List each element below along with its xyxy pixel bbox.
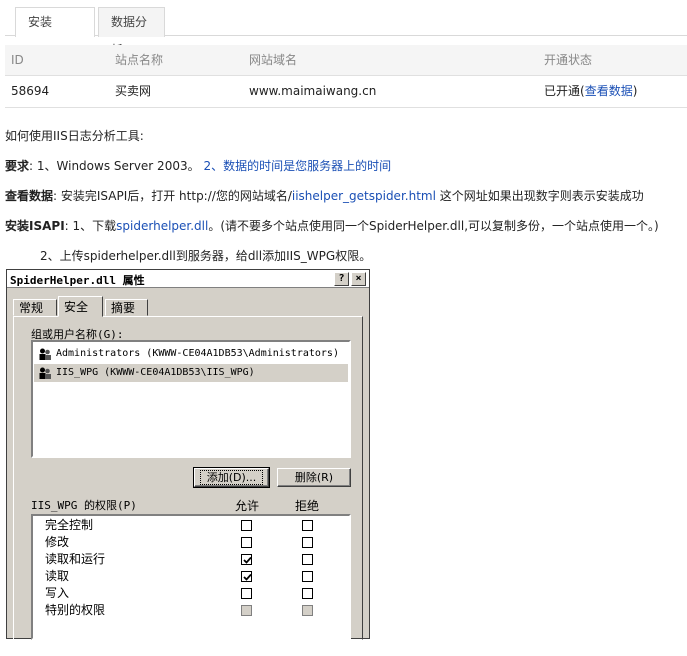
perm-read-execute: 读取和运行 [45,552,106,566]
guide-view-data: 查看数据: 安装完ISAPI后，打开 http://您的网站域名/iishelp… [5,187,644,204]
user-list: Administrators (KWWW-CE04A1DB53\Administ… [31,340,351,458]
dialog-tab-security: 安全 [58,296,103,317]
req-text: : 1、Windows Server 2003。 [29,159,200,173]
allow-read-checkbox [241,571,252,582]
perm-special: 特别的权限 [45,603,106,617]
site-table: ID 站点名称 网站域名 开通状态 58694 买卖网 www.maimaiwa… [5,45,687,108]
dialog-tab-general: 常规 [13,299,57,316]
table-header: ID 站点名称 网站域名 开通状态 [5,45,687,76]
perm-read: 读取 [45,569,70,583]
view-data-link[interactable]: 查看数据 [585,84,633,98]
install-label: 安装ISAPI [5,219,65,233]
install-tail: 。(请不要多个站点使用同一个SpiderHelper.dll,可以复制多份，一个… [208,219,659,233]
view-tail: 这个网址如果出现数字则表示安装成功 [435,189,644,203]
deny-write-checkbox [302,588,313,599]
properties-dialog-image: SpiderHelper.dll 属性 ? × 常规 安全 摘要 组或用户名称(… [6,269,370,640]
header-site-name: 站点名称 [115,53,164,67]
perm-modify: 修改 [45,535,70,549]
view-text: : 安装完ISAPI后，打开 http://您的网站域名/ [53,189,292,203]
download-dll-link[interactable]: spiderhelper.dll [116,219,208,233]
cell-domain: www.maimaiwang.cn [249,84,377,98]
user-admin: Administrators (KWWW-CE04A1DB53\Administ… [56,348,339,359]
close-icon: × [351,272,366,286]
list-item: Administrators (KWWW-CE04A1DB53\Administ… [34,345,348,363]
allow-special-checkbox [241,605,252,616]
permissions-list: 完全控制 修改 读取和运行 读取 写入 特别的权限 [31,514,351,640]
dialog-tab-summary: 摘要 [105,299,148,316]
status-close: ) [632,84,638,98]
view-label: 查看数据 [5,189,54,203]
deny-modify-checkbox [302,537,313,548]
header-domain: 网站域名 [249,53,298,67]
deny-read-checkbox [302,571,313,582]
deny-special-checkbox [302,605,313,616]
allow-header: 允许 [235,499,260,513]
tab-data-analysis[interactable]: 数据分析 [98,7,165,57]
cell-id: 58694 [11,84,50,98]
allow-full-control-checkbox [241,520,252,531]
getspider-link[interactable]: iishelper_getspider.html [292,189,436,203]
deny-header: 拒绝 [295,499,320,513]
guide-step2: 2、上传spiderhelper.dll到服务器，给dll添加IIS_WPG权限… [40,249,372,263]
allow-modify-checkbox [241,537,252,548]
perm-full-control: 完全控制 [45,518,94,532]
guide-install: 安装ISAPI: 1、下载spiderhelper.dll。(请不要多个站点使用… [5,217,659,234]
perm-write: 写入 [45,586,70,600]
deny-full-control-checkbox [302,520,313,531]
tab-bar: 安装ISAPI 数据分析 [5,7,687,57]
status-text: 已开通( [544,84,585,98]
cell-site-name: 买卖网 [115,84,152,98]
allow-write-checkbox [241,588,252,599]
permissions-label: IIS_WPG 的权限(P) [31,499,137,512]
table-row: 58694 买卖网 www.maimaiwang.cn 已开通(查看数据) [5,76,687,108]
list-item: IIS_WPG (KWWW-CE04A1DB53\IIS_WPG) [34,364,348,382]
req-time-note: 2、数据的时间是您服务器上的时间 [203,159,392,173]
dialog-title: SpiderHelper.dll 属性 [10,274,145,287]
header-id: ID [11,53,24,67]
add-button: 添加(D)... [193,467,270,488]
remove-button: 删除(R) [277,468,351,487]
guide-requirements: 要求: 1、Windows Server 2003。 2、数据的时间是您服务器上… [5,157,391,174]
dialog-title-bar: SpiderHelper.dll 属性 ? × [7,270,369,288]
users-icon [39,367,51,379]
add-button-label: 添加(D)... [199,470,264,485]
cell-status: 已开通(查看数据) [544,76,637,107]
users-icon [39,348,51,360]
user-iis-wpg: IIS_WPG (KWWW-CE04A1DB53\IIS_WPG) [56,367,255,378]
deny-read-execute-checkbox [302,554,313,565]
check-icon [243,556,252,564]
allow-read-execute-checkbox [241,554,252,565]
install-text: : 1、下载 [64,219,117,233]
check-icon [243,573,252,581]
help-icon: ? [334,272,349,286]
guide-title: 如何使用IIS日志分析工具: [5,129,144,143]
header-status: 开通状态 [544,53,593,67]
tab-install-isapi[interactable]: 安装ISAPI [15,7,95,57]
req-label: 要求 [5,159,30,173]
